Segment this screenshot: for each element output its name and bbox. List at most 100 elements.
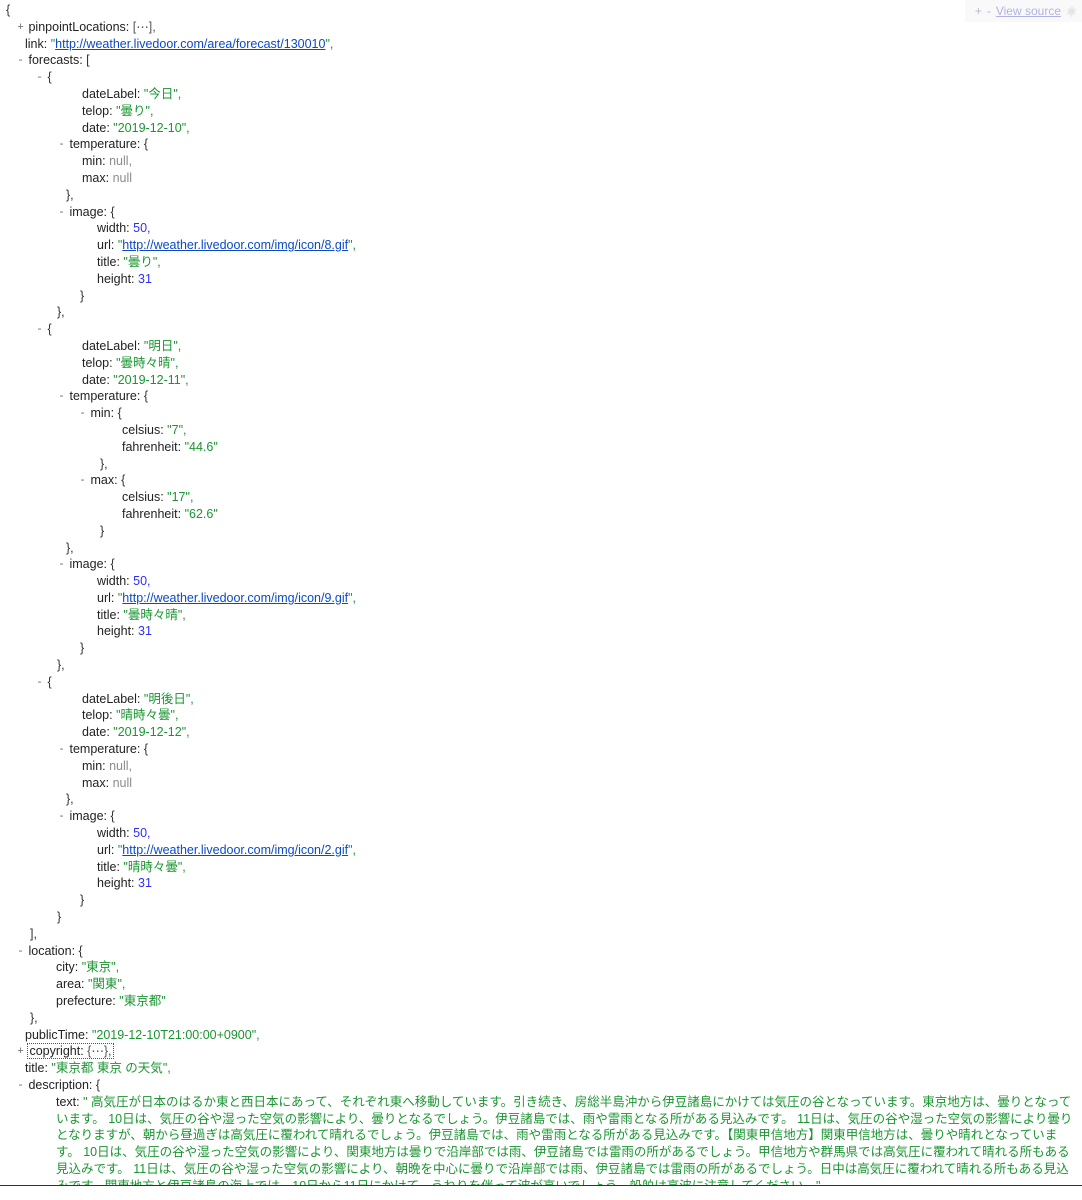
key-image: image: bbox=[69, 204, 108, 219]
key-publicTime: publicTime: bbox=[25, 1027, 89, 1042]
json-row-title: title: "東京都 東京 の天気", bbox=[0, 1060, 1082, 1077]
value-forecast2-image-url[interactable]: http://weather.livedoor.com/img/icon/2.g… bbox=[122, 843, 348, 857]
json-row-forecast0-image-height: height: 31 bbox=[0, 271, 1082, 288]
key-telop: telop: bbox=[82, 103, 113, 118]
json-row-forecast2-temp-close: }, bbox=[0, 791, 1082, 808]
collapse-all-button[interactable]: - bbox=[987, 5, 991, 17]
key-height: height: bbox=[97, 876, 135, 891]
json-row-forecasts-close: ], bbox=[0, 926, 1082, 943]
brace-open-temperature: { bbox=[143, 137, 149, 152]
brace-open-description: { bbox=[95, 1078, 101, 1092]
key-url: url: bbox=[97, 590, 115, 605]
key-image: image: bbox=[69, 557, 108, 572]
json-row-forecast2-temperature: - temperature: { bbox=[0, 741, 1082, 758]
value-forecast0-telop: "曇り", bbox=[116, 103, 154, 118]
key-url: url: bbox=[97, 842, 115, 857]
key-min: min: bbox=[90, 406, 115, 421]
value-forecast1-image-url[interactable]: http://weather.livedoor.com/img/icon/9.g… bbox=[122, 591, 348, 605]
quote-close-url: ", bbox=[348, 842, 357, 857]
key-city: city: bbox=[56, 960, 79, 975]
key-date: date: bbox=[82, 372, 110, 387]
brace-close-temperature: }, bbox=[66, 792, 74, 807]
value-forecast0-image-width: 50, bbox=[133, 221, 151, 236]
value-forecast1-max-celsius: "17", bbox=[167, 490, 194, 505]
brace-close-max: } bbox=[100, 523, 105, 538]
key-title: title: bbox=[97, 607, 120, 622]
key-temperature: temperature: bbox=[69, 137, 141, 152]
json-row-forecast2-temp-min: min: null, bbox=[0, 758, 1082, 775]
value-link-url[interactable]: http://weather.livedoor.com/area/forecas… bbox=[55, 37, 325, 51]
expander-description[interactable]: - bbox=[16, 1078, 25, 1095]
key-dateLabel: dateLabel: bbox=[82, 691, 141, 706]
key-prefecture: prefecture: bbox=[56, 994, 116, 1009]
key-width: width: bbox=[97, 221, 130, 236]
json-row-forecast0-image-close: } bbox=[0, 288, 1082, 305]
expander-forecast1-min[interactable]: - bbox=[78, 406, 87, 423]
expander-forecasts[interactable]: - bbox=[16, 53, 25, 70]
value-forecast0-date: "2019-12-10", bbox=[113, 120, 190, 135]
json-row-forecast0-open: - { bbox=[0, 69, 1082, 86]
value-forecast1-telop: "曇時々晴", bbox=[116, 355, 179, 370]
expander-forecast0-image[interactable]: - bbox=[57, 205, 66, 222]
expander-forecast-0[interactable]: - bbox=[35, 70, 44, 87]
json-row-forecast2-open: - { bbox=[0, 674, 1082, 691]
key-title: title: bbox=[25, 1061, 48, 1076]
brace-open-location: { bbox=[78, 943, 83, 958]
key-url: url: bbox=[97, 238, 115, 253]
expander-forecast-1[interactable]: - bbox=[35, 322, 44, 339]
key-width: width: bbox=[97, 826, 130, 841]
expander-pinpointLocations[interactable]: + bbox=[16, 20, 25, 37]
expander-forecast1-max[interactable]: - bbox=[78, 473, 87, 490]
key-width: width: bbox=[97, 574, 130, 589]
bracket-open-forecasts: [ bbox=[86, 53, 90, 68]
value-publicTime: "2019-12-10T21:00:00+0900", bbox=[91, 1027, 260, 1042]
json-row-description: - description: { bbox=[0, 1077, 1082, 1094]
brace-open-max: { bbox=[121, 473, 126, 488]
json-row-forecast1-telop: telop: "曇時々晴", bbox=[0, 355, 1082, 372]
expand-all-button[interactable]: + bbox=[975, 5, 982, 17]
expander-forecast2-temperature[interactable]: - bbox=[57, 742, 66, 759]
gear-icon[interactable] bbox=[1066, 5, 1077, 17]
expander-forecast1-image[interactable]: - bbox=[57, 557, 66, 574]
value-location-prefecture: "東京都" bbox=[119, 994, 166, 1009]
json-row-forecast0-temp-max: max: null bbox=[0, 170, 1082, 187]
value-pinpointLocations-collapsed[interactable]: [⋯], bbox=[133, 20, 156, 34]
key-temperature: temperature: bbox=[69, 389, 141, 404]
expander-copyright[interactable]: + bbox=[16, 1044, 25, 1061]
json-row-forecast2-image: - image: { bbox=[0, 808, 1082, 825]
key-location: location: bbox=[28, 943, 76, 958]
json-row-forecast0-date: date: "2019-12-10", bbox=[0, 120, 1082, 137]
key-max: max: bbox=[90, 473, 118, 488]
json-row-forecast1-min-close: }, bbox=[0, 456, 1082, 473]
json-row-forecast0-image-width: width: 50, bbox=[0, 220, 1082, 237]
expander-location[interactable]: - bbox=[16, 944, 25, 961]
json-row-forecast1-close: }, bbox=[0, 657, 1082, 674]
key-dateLabel: dateLabel: bbox=[82, 86, 141, 101]
brace-open-forecast-1: { bbox=[47, 322, 52, 337]
json-row-forecast0-image-url: url: "http://weather.livedoor.com/img/ic… bbox=[0, 237, 1082, 254]
copyright-focused-node[interactable]: copyright: {⋯}, bbox=[27, 1043, 114, 1060]
brace-open-image: { bbox=[110, 204, 115, 219]
expander-forecast-2[interactable]: - bbox=[35, 675, 44, 692]
value-forecast0-image-url[interactable]: http://weather.livedoor.com/img/icon/8.g… bbox=[122, 238, 348, 252]
expander-forecast0-temperature[interactable]: - bbox=[57, 137, 66, 154]
key-height: height: bbox=[97, 624, 135, 639]
value-forecast2-image-height: 31 bbox=[138, 876, 152, 891]
json-row-copyright: + copyright: {⋯}, bbox=[0, 1043, 1082, 1060]
json-row-forecast1-min-fahrenheit: fahrenheit: "44.6" bbox=[0, 439, 1082, 456]
view-source-link[interactable]: View source bbox=[996, 4, 1061, 18]
key-date: date: bbox=[82, 120, 110, 135]
json-row-location: - location: { bbox=[0, 943, 1082, 960]
key-forecasts: forecasts: bbox=[28, 53, 83, 68]
value-forecast2-image-width: 50, bbox=[133, 826, 151, 841]
key-description: description: bbox=[28, 1078, 93, 1092]
expander-forecast2-image[interactable]: - bbox=[57, 809, 66, 826]
value-forecast0-dateLabel: "今日", bbox=[143, 86, 182, 101]
expander-forecast1-temperature[interactable]: - bbox=[57, 389, 66, 406]
json-row-forecast2-date: date: "2019-12-12", bbox=[0, 724, 1082, 741]
key-telop: telop: bbox=[82, 355, 113, 370]
key-fahrenheit: fahrenheit: bbox=[122, 506, 182, 521]
value-forecast1-dateLabel: "明日", bbox=[143, 338, 182, 353]
brace-close-image: } bbox=[80, 893, 85, 908]
brace-open-forecast-2: { bbox=[47, 674, 52, 689]
